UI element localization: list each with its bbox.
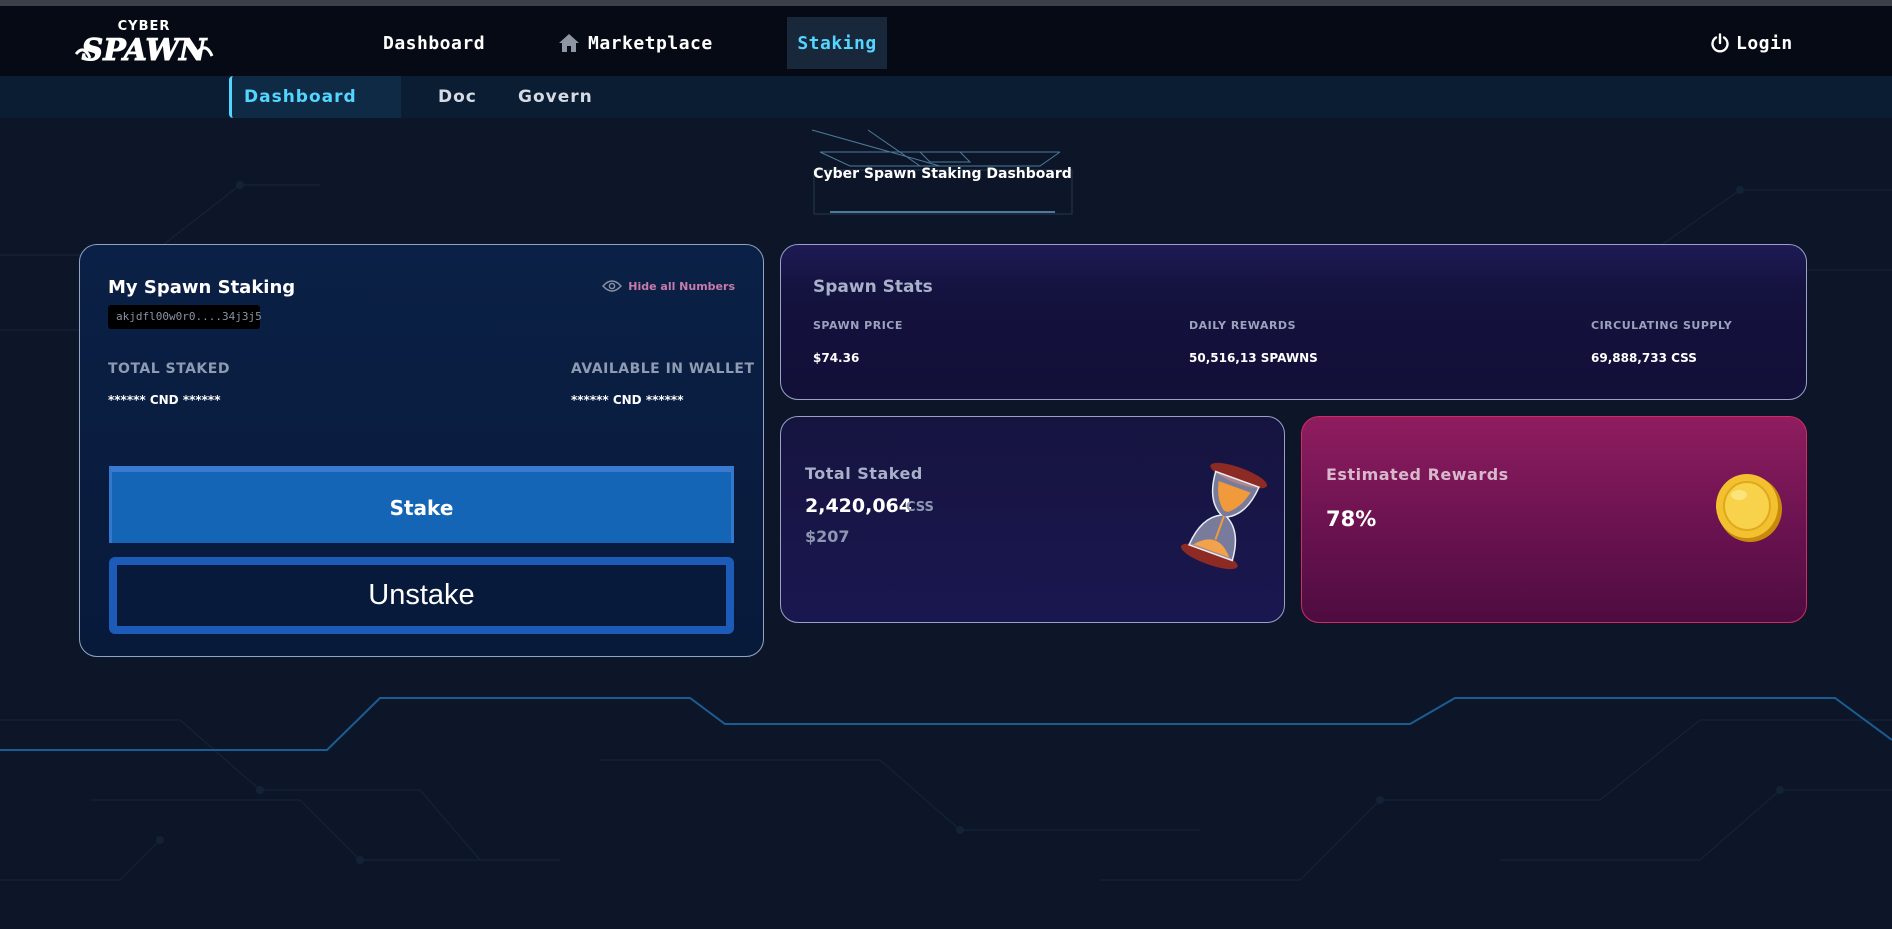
- page-title: Cyber Spawn Staking Dashboard: [813, 166, 1072, 182]
- total-staked-usd: $207: [805, 527, 850, 546]
- coin-icon: [1716, 474, 1782, 542]
- daily-rewards-value: 50,516,13 SPAWNS: [1189, 351, 1318, 365]
- available-wallet-value: ****** CND ******: [571, 393, 684, 407]
- subnav-govern-label: Govern: [518, 87, 593, 107]
- nav-marketplace[interactable]: Marketplace: [558, 17, 713, 69]
- stake-button-label: Stake: [389, 495, 454, 520]
- page-title-block: Cyber Spawn Staking Dashboard: [810, 128, 1075, 216]
- power-icon: [1711, 33, 1729, 53]
- daily-rewards-label: DAILY REWARDS: [1189, 319, 1296, 332]
- total-staked-card: Total Staked 2,420,064 CSS $207: [780, 416, 1285, 623]
- home-icon: [559, 34, 579, 52]
- subnav-govern[interactable]: Govern: [518, 76, 593, 118]
- wallet-address: akjdfl00w0r0....34j3j5: [108, 305, 262, 329]
- top-navbar: CYBER SPAWN Dashboard Marketplace Stakin…: [0, 6, 1892, 76]
- nav-staking[interactable]: Staking: [787, 17, 887, 69]
- circulating-supply-value: 69,888,733 CSS: [1591, 351, 1697, 365]
- my-staking-title: My Spawn Staking: [108, 277, 296, 298]
- subnav-dashboard-label: Dashboard: [244, 87, 357, 107]
- spawn-price-value: $74.36: [813, 351, 860, 365]
- svg-text:CYBER: CYBER: [118, 19, 171, 34]
- nav-dashboard-label: Dashboard: [383, 32, 486, 54]
- unstake-button-label: Unstake: [368, 579, 475, 611]
- hide-numbers-label: Hide all Numbers: [628, 279, 735, 293]
- cyber-spawn-logo[interactable]: CYBER SPAWN: [74, 14, 214, 72]
- stake-button[interactable]: Stake: [109, 466, 734, 543]
- available-wallet-label: AVAILABLE IN WALLET: [571, 361, 755, 377]
- login-label: Login: [1736, 32, 1793, 54]
- circulating-supply-label: CIRCULATING SUPPLY: [1591, 319, 1733, 332]
- svg-text:SPAWN: SPAWN: [82, 33, 209, 68]
- estimated-rewards-title: Estimated Rewards: [1326, 465, 1509, 484]
- subnav-doc-label: Doc: [438, 87, 477, 107]
- nav-marketplace-label: Marketplace: [588, 32, 713, 54]
- estimated-rewards-card: Estimated Rewards 78%: [1301, 416, 1807, 623]
- my-staking-card: My Spawn Staking akjdfl00w0r0....34j3j5 …: [79, 244, 764, 657]
- estimated-rewards-value: 78%: [1326, 507, 1377, 531]
- total-staked-label: TOTAL STAKED: [108, 361, 230, 377]
- login-button[interactable]: Login: [1710, 17, 1793, 69]
- hide-numbers-button[interactable]: Hide all Numbers: [602, 279, 735, 293]
- eye-icon: [602, 280, 623, 292]
- subnav-doc[interactable]: Doc: [438, 76, 477, 118]
- nav-dashboard[interactable]: Dashboard: [383, 17, 485, 69]
- sub-navbar: Dashboard Doc Govern: [0, 76, 1892, 118]
- nav-staking-label: Staking: [797, 32, 877, 54]
- spawn-stats-title: Spawn Stats: [813, 277, 933, 297]
- hourglass-icon: [1181, 462, 1267, 570]
- total-staked-amount: 2,420,064: [805, 495, 912, 517]
- unstake-button[interactable]: Unstake: [109, 557, 734, 634]
- spawn-price-label: SPAWN PRICE: [813, 319, 903, 332]
- subnav-dashboard[interactable]: Dashboard: [229, 76, 401, 118]
- total-staked-unit: CSS: [906, 500, 934, 515]
- total-staked-value: ****** CND ******: [108, 393, 221, 407]
- total-staked-card-title: Total Staked: [805, 464, 923, 483]
- spawn-stats-card: Spawn Stats SPAWN PRICE $74.36 DAILY REW…: [780, 244, 1807, 400]
